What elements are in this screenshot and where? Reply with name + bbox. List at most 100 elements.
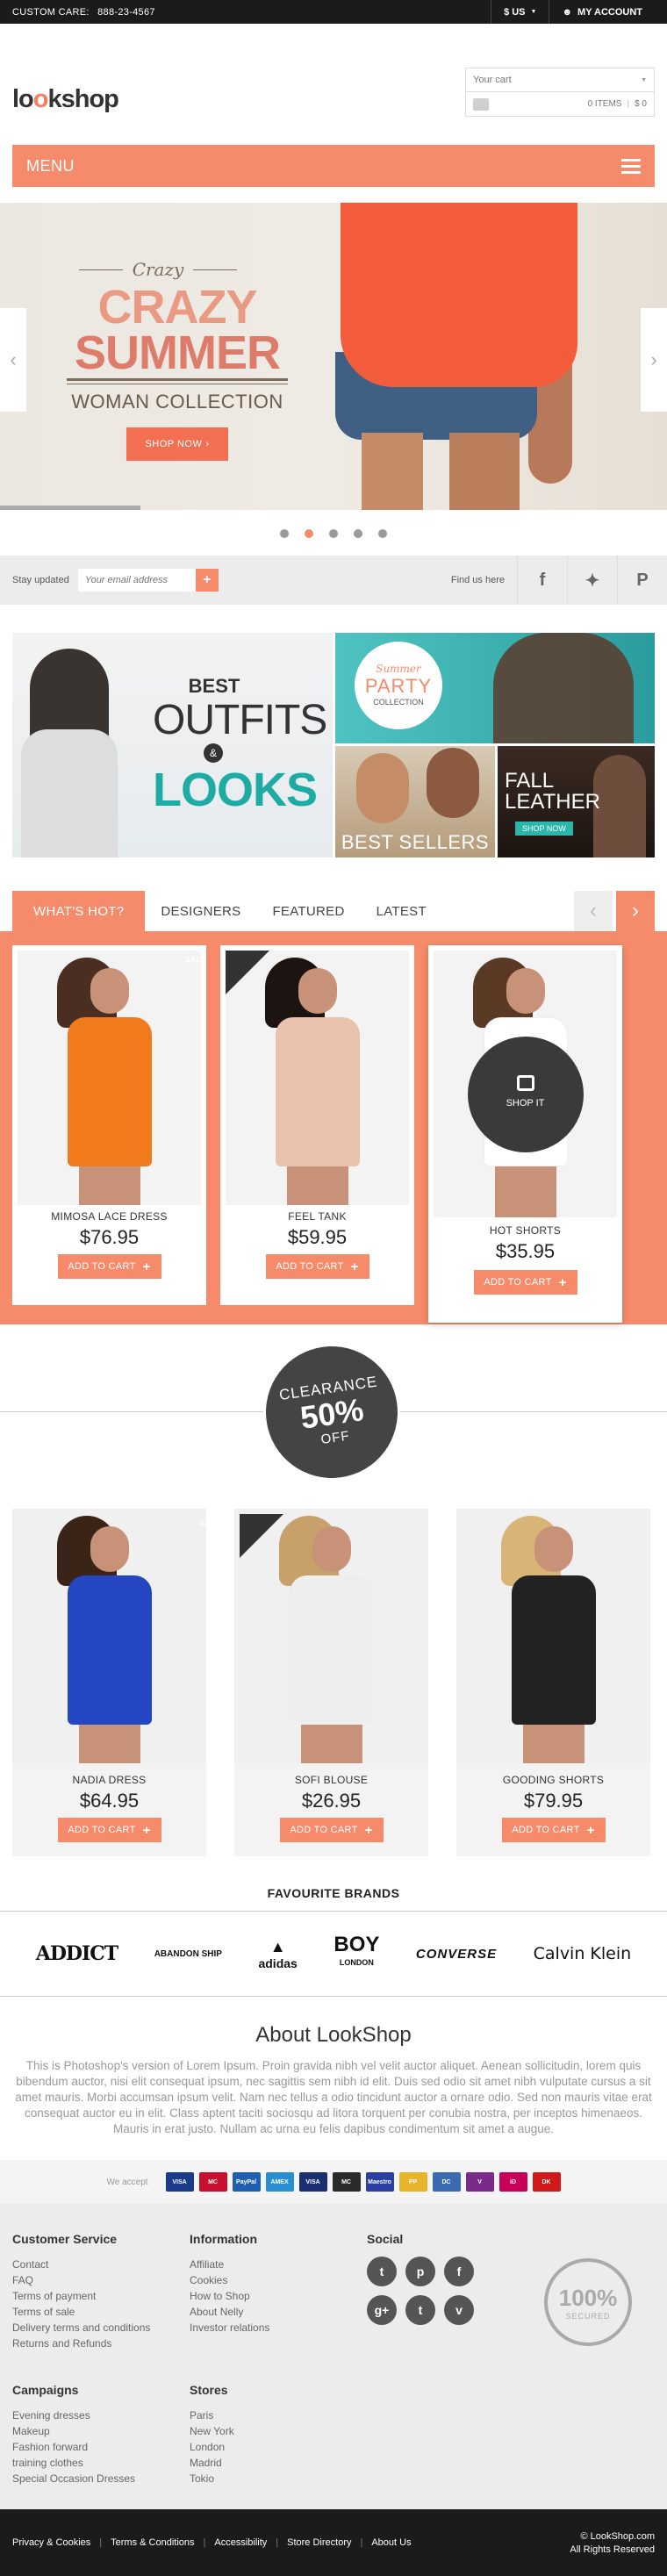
twitter-icon[interactable]: ✦	[567, 556, 617, 605]
slider-dot[interactable]	[329, 529, 338, 538]
chevron-right-icon: ›	[632, 899, 639, 922]
plus-icon: +	[558, 1274, 567, 1290]
twitter-icon[interactable]: t	[367, 2257, 397, 2286]
facebook-icon[interactable]: f	[517, 556, 567, 605]
tab-latest[interactable]: LATEST	[361, 891, 442, 931]
footer-link[interactable]: Delivery terms and conditions	[12, 2320, 150, 2336]
cart-summary[interactable]: 0 ITEMS | $ 0	[465, 92, 655, 117]
newsletter-email-input[interactable]	[77, 569, 196, 592]
add-to-cart-button[interactable]: ADD TO CART +	[57, 1818, 161, 1842]
payment-card-icon: DK	[532, 2172, 561, 2192]
brand-calvin-klein[interactable]: Calvin Klein	[534, 1944, 632, 1963]
product-card[interactable]: SALE SOFI BLOUSE $26.95 ADD TO CART +	[199, 1509, 428, 1856]
carousel-next-button[interactable]: ›	[616, 891, 655, 931]
banner-summer-party[interactable]: Summer PARTY COLLECTION	[335, 633, 655, 743]
googleplus-icon[interactable]: g+	[367, 2295, 397, 2325]
hamburger-icon[interactable]	[621, 158, 641, 174]
cart-total: $ 0	[635, 99, 647, 109]
banner-fall-shop-button[interactable]: SHOP NOW	[515, 822, 573, 836]
main-menu-bar[interactable]: MENU	[12, 145, 655, 187]
add-to-cart-button[interactable]: ADD TO CART +	[501, 1818, 606, 1842]
footer-link[interactable]: Special Occasion Dresses	[12, 2471, 135, 2486]
add-to-cart-button[interactable]: ADD TO CART +	[265, 1254, 369, 1279]
banner-best-sellers[interactable]: BEST SELLERS	[335, 746, 495, 857]
product-name[interactable]: NADIA DRESS	[12, 1774, 206, 1786]
chevron-left-icon: ‹	[10, 348, 17, 370]
footer-link[interactable]: Terms of payment	[12, 2288, 150, 2304]
footer-customer-service: Customer Service Contact FAQ Terms of paym…	[12, 2232, 150, 2351]
product-card[interactable]: NADIA DRESS $64.95 ADD TO CART +	[12, 1509, 206, 1856]
product-image[interactable]	[456, 1509, 650, 1763]
footer-link[interactable]: training clothes	[12, 2455, 135, 2471]
product-name[interactable]: FEEL TANK	[220, 1210, 414, 1223]
add-to-cart-label: ADD TO CART	[290, 1825, 358, 1835]
payment-card-icon: iD	[498, 2172, 527, 2192]
shop-it-overlay[interactable]: SHOP IT	[467, 1037, 584, 1152]
product-name[interactable]: MIMOSA LACE DRESS	[12, 1210, 206, 1223]
footer-link[interactable]: How to Shop	[190, 2288, 269, 2304]
product-card[interactable]: MIMOSA LACE DRESS $76.95 ADD TO CART +	[12, 945, 206, 1305]
slider-dot[interactable]	[378, 529, 387, 538]
product-card[interactable]: GOODING SHORTS $79.95 ADD TO CART +	[456, 1509, 650, 1856]
footer-link[interactable]: Terms of sale	[12, 2304, 150, 2320]
footer-link[interactable]: FAQ	[12, 2272, 150, 2288]
banner-fall-leather[interactable]: FALL LEATHER SHOP NOW	[498, 746, 655, 857]
newsletter-submit-button[interactable]: +	[195, 569, 219, 592]
product-image[interactable]	[12, 1509, 206, 1763]
slider-prev-button[interactable]: ‹	[0, 308, 26, 412]
footer-link[interactable]: Affiliate	[190, 2257, 269, 2272]
pinterest-icon[interactable]: P	[617, 556, 667, 605]
footer-link[interactable]: Cookies	[190, 2272, 269, 2288]
add-to-cart-button[interactable]: ADD TO CART +	[57, 1254, 161, 1279]
carousel-prev-button[interactable]: ‹	[574, 891, 613, 931]
footer-link[interactable]: London	[190, 2439, 234, 2455]
footer-link[interactable]: Investor relations	[190, 2320, 269, 2336]
banner-outfits-line3: LOOKS	[153, 764, 318, 816]
currency-dropdown[interactable]: $ US ▼	[491, 0, 549, 24]
tab-featured[interactable]: FEATURED	[256, 891, 360, 931]
product-card[interactable]: SALE FEEL TANK $59.95 ADD TO CART +	[185, 945, 414, 1305]
cart-items-count: 0 ITEMS	[587, 99, 622, 109]
product-name[interactable]: HOT SHORTS	[428, 1224, 622, 1237]
slider-next-button[interactable]: ›	[641, 308, 667, 412]
footer-link[interactable]: Contact	[12, 2257, 150, 2272]
product-name[interactable]: SOFI BLOUSE	[234, 1774, 428, 1786]
footer-link[interactable]: Makeup	[12, 2423, 135, 2439]
banner-fall-line1: FALL	[505, 769, 555, 793]
vimeo-icon[interactable]: v	[444, 2295, 474, 2325]
clearance-badge[interactable]: CLEARANCE 50% OFF	[257, 1338, 406, 1487]
footer-link[interactable]: About Nelly	[190, 2304, 269, 2320]
brand-converse[interactable]: CONVERSE	[416, 1947, 497, 1962]
my-account-link[interactable]: ☻ MY ACCOUNT	[549, 0, 655, 24]
product-image[interactable]	[18, 951, 201, 1205]
tumblr-icon[interactable]: t	[405, 2295, 435, 2325]
tab-designers[interactable]: DESIGNERS	[145, 891, 256, 931]
brand-addict[interactable]: ADDICT	[36, 1942, 118, 1965]
footer-link[interactable]: Returns and Refunds	[12, 2336, 150, 2351]
add-to-cart-button[interactable]: ADD TO CART +	[279, 1818, 384, 1842]
brand-abandon-ship[interactable]: ABANDON SHIP	[154, 1949, 222, 1959]
footer-link[interactable]: Madrid	[190, 2455, 234, 2471]
footer-link[interactable]: Evening dresses	[12, 2407, 135, 2423]
footer-link[interactable]: Fashion forward	[12, 2439, 135, 2455]
add-to-cart-button[interactable]: ADD TO CART +	[473, 1270, 577, 1295]
slider-dot[interactable]	[354, 529, 362, 538]
brand-boy-london[interactable]: BOY LONDON	[334, 1934, 379, 1971]
slider-dot[interactable]	[280, 529, 289, 538]
slider-dot[interactable]	[305, 529, 313, 538]
footer-link[interactable]: Tokio	[190, 2471, 234, 2486]
cart-dropdown[interactable]: Your cart ▼	[465, 68, 655, 92]
banner-best-outfits[interactable]: BEST OUTFITS & LOOKS	[12, 633, 333, 857]
brands-title: FAVOURITE BRANDS	[267, 1886, 400, 1900]
footer-link[interactable]: Paris	[190, 2407, 234, 2423]
logo[interactable]: lookshop	[12, 85, 119, 114]
payment-card-icon: VISA	[298, 2172, 327, 2192]
tab-whats-hot[interactable]: WHAT'S HOT?	[12, 891, 146, 931]
product-card[interactable]: SHOP IT HOT SHORTS $35.95 ADD TO CART +	[428, 945, 622, 1323]
hero-shop-now-button[interactable]: SHOP NOW ›	[126, 427, 228, 461]
product-name[interactable]: GOODING SHORTS	[456, 1774, 650, 1786]
footer-link[interactable]: New York	[190, 2423, 234, 2439]
pinterest-icon[interactable]: p	[405, 2257, 435, 2286]
facebook-icon[interactable]: f	[444, 2257, 474, 2286]
brand-adidas[interactable]: ▲ adidas	[258, 1938, 297, 1970]
